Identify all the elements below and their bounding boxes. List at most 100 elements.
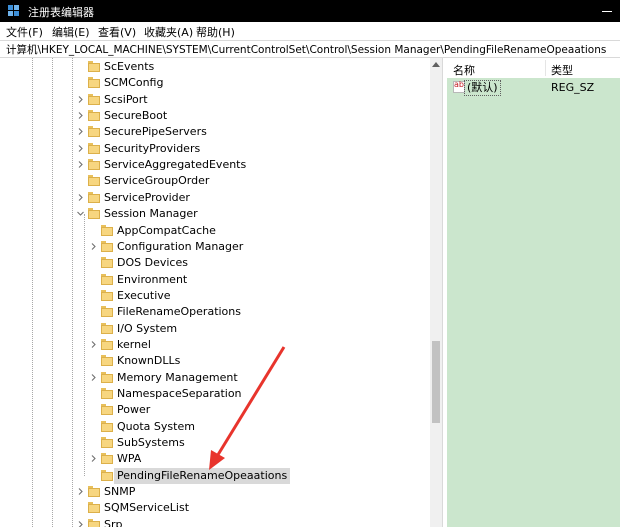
chevron-right-icon[interactable]: [90, 455, 97, 463]
tree-item-label: SNMP: [104, 485, 136, 499]
address-bar[interactable]: 计算机\HKEY_LOCAL_MACHINE\SYSTEM\CurrentCon…: [0, 40, 620, 58]
tree-item-label: ServiceAggregatedEvents: [104, 158, 247, 172]
folder-icon: [88, 191, 100, 203]
tree-item[interactable]: NamespaceSeparation: [90, 386, 390, 402]
folder-icon: [88, 77, 100, 89]
tree-item-label: Executive: [117, 288, 171, 302]
tree-guide-line: [32, 58, 33, 527]
tree-item-label: AppCompatCache: [117, 223, 216, 237]
scroll-thumb[interactable]: [432, 341, 440, 423]
chevron-right-icon[interactable]: [90, 341, 97, 348]
folder-icon: [101, 420, 113, 432]
tree-item-label: ScsiPort: [104, 92, 148, 106]
tree-item[interactable]: PendingFileRenameOpeaations: [90, 467, 390, 484]
tree-item-label: SecureBoot: [104, 109, 168, 123]
menu-view[interactable]: 查看(V): [98, 24, 136, 40]
value-type: REG_SZ: [551, 81, 595, 94]
folder-icon: [88, 159, 100, 171]
chevron-right-icon[interactable]: [77, 112, 84, 119]
menu-edit[interactable]: 编辑(E): [52, 24, 90, 40]
window-title: 注册表编辑器: [28, 6, 94, 19]
chevron-right-icon[interactable]: [90, 242, 97, 250]
tree-item[interactable]: DOS Devices: [90, 255, 390, 271]
tree-item-label: SecurePipeServers: [104, 125, 207, 139]
tree-item-label: SecurityProviders: [104, 141, 201, 155]
tree-item[interactable]: ScsiPort: [77, 92, 377, 108]
tree-item[interactable]: WPA: [90, 451, 390, 467]
folder-icon: [88, 486, 100, 498]
folder-icon: [88, 61, 100, 72]
values-column-header: 名称 类型: [447, 58, 620, 78]
chevron-right-icon[interactable]: [77, 95, 84, 103]
minimize-button[interactable]: [600, 3, 614, 17]
tree-item-label: I/O System: [117, 321, 178, 335]
tree-item[interactable]: ScEvents: [77, 59, 377, 75]
column-header-name[interactable]: 名称: [453, 62, 475, 78]
folder-icon: [101, 469, 113, 481]
chevron-right-icon[interactable]: [77, 193, 84, 201]
folder-icon: [101, 338, 113, 350]
tree-item-label: Session Manager: [104, 207, 198, 221]
tree-item-label: ScEvents: [104, 60, 155, 73]
tree-item-label: KnownDLLs: [117, 354, 181, 368]
tree-item[interactable]: FileRenameOperations: [90, 304, 390, 320]
tree-item[interactable]: Quota System: [90, 419, 390, 435]
tree-item-label: Memory Management: [117, 370, 238, 384]
tree-item[interactable]: SNMP: [77, 484, 377, 500]
folder-icon: [101, 355, 113, 367]
tree-item-label: NamespaceSeparation: [117, 387, 242, 400]
tree-item[interactable]: Executive: [90, 288, 390, 304]
tree-item[interactable]: SQMServiceList: [77, 500, 377, 516]
folder-icon: [101, 404, 113, 416]
tree-guide-line: [52, 58, 53, 527]
menu-favorites[interactable]: 收藏夹(A): [144, 24, 193, 40]
folder-icon: [101, 240, 113, 252]
chevron-right-icon[interactable]: [77, 144, 84, 152]
tree-item[interactable]: ServiceProvider: [77, 190, 377, 206]
chevron-right-icon[interactable]: [77, 520, 84, 527]
tree-item[interactable]: kernel: [90, 337, 390, 353]
folder-icon: [88, 142, 100, 154]
tree-item[interactable]: ServiceGroupOrder: [77, 173, 377, 189]
tree-item[interactable]: Memory Management: [90, 370, 390, 386]
folder-icon: [88, 175, 100, 187]
tree-item[interactable]: Srp: [77, 517, 377, 527]
tree-item[interactable]: I/O System: [90, 321, 390, 337]
tree-item[interactable]: SecurityProviders: [77, 141, 377, 157]
chevron-right-icon[interactable]: [90, 373, 97, 381]
tree-item[interactable]: AppCompatCache: [90, 223, 390, 239]
column-header-type[interactable]: 类型: [551, 62, 573, 78]
scroll-up-icon[interactable]: [432, 62, 440, 67]
value-row[interactable]: (默认) REG_SZ: [447, 80, 620, 96]
menu-help[interactable]: 帮助(H): [196, 24, 235, 40]
chevron-right-icon[interactable]: [77, 128, 84, 136]
tree-item[interactable]: Configuration Manager: [90, 239, 390, 255]
tree-item-label: Quota System: [117, 419, 195, 433]
tree-item[interactable]: SecurePipeServers: [77, 124, 377, 140]
menu-bar: 文件(F) 编辑(E) 查看(V) 收藏夹(A) 帮助(H): [0, 22, 620, 40]
tree-item[interactable]: ServiceAggregatedEvents: [77, 157, 377, 173]
tree-item[interactable]: Power: [90, 402, 390, 418]
chevron-right-icon[interactable]: [77, 488, 84, 495]
folder-icon: [101, 371, 113, 383]
column-divider[interactable]: [545, 60, 546, 76]
tree-scrollbar[interactable]: [430, 58, 442, 527]
tree-item[interactable]: SubSystems: [90, 435, 390, 451]
tree-item[interactable]: SCMConfig: [77, 75, 377, 91]
menu-file[interactable]: 文件(F): [6, 24, 43, 40]
tree-item-label: Configuration Manager: [117, 239, 244, 253]
tree-item[interactable]: Environment: [90, 272, 390, 288]
tree-item-label: SCMConfig: [104, 76, 164, 90]
tree-item[interactable]: KnownDLLs: [90, 353, 390, 369]
folder-icon: [88, 518, 100, 527]
folder-icon: [88, 93, 100, 105]
chevron-down-icon[interactable]: [77, 210, 84, 217]
folder-icon: [101, 453, 113, 465]
tree-item-label: ServiceProvider: [104, 190, 190, 204]
tree-item-label: Srp: [104, 517, 123, 527]
folder-icon: [88, 502, 100, 514]
tree-item[interactable]: SecureBoot: [77, 108, 377, 124]
folder-icon: [101, 224, 113, 236]
tree-item[interactable]: Session Manager: [77, 206, 377, 222]
chevron-right-icon[interactable]: [77, 161, 84, 168]
